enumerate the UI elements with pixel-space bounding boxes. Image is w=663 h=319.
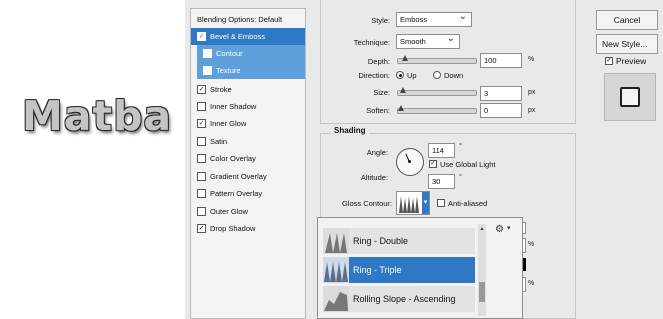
direction-down-label: Down xyxy=(444,71,464,80)
direction-down-radio[interactable] xyxy=(433,71,441,79)
angle-label: Angle: xyxy=(366,148,388,157)
checkbox-icon[interactable] xyxy=(197,136,206,146)
anti-aliased-label: Anti-aliased xyxy=(448,199,488,208)
soften-unit: px xyxy=(528,107,536,114)
style-preview-thumbnail xyxy=(604,73,656,121)
style-item-color-overlay[interactable]: Color Overlay xyxy=(191,150,305,167)
contour-rolling-slope-icon xyxy=(323,286,349,312)
checkbox-icon[interactable] xyxy=(197,171,206,181)
use-global-light-checkbox[interactable]: ✓ xyxy=(429,160,437,168)
style-item-stroke[interactable]: ✓ Stroke xyxy=(191,81,305,98)
dropdown-arrow-icon[interactable]: ▾ xyxy=(422,192,429,214)
contour-ring-triple-icon xyxy=(323,257,349,283)
gloss-contour-label: Gloss Contour: xyxy=(341,199,392,208)
slider-thumb[interactable] xyxy=(398,105,404,111)
gloss-contour-picker[interactable]: ▾ xyxy=(396,191,430,215)
altitude-input[interactable]: 30 xyxy=(428,174,455,189)
size-unit: px xyxy=(528,89,536,96)
slider-thumb[interactable] xyxy=(400,87,406,93)
checkbox-icon[interactable] xyxy=(203,48,212,58)
contour-picker-popup: Ring - Double Ring - Triple Rolling Slop… xyxy=(317,217,523,319)
highlight-opacity-unit: % xyxy=(528,241,535,248)
style-item-satin[interactable]: Satin xyxy=(191,133,305,150)
angle-dial[interactable] xyxy=(396,148,424,176)
altitude-unit: ° xyxy=(459,174,462,181)
slider-thumb[interactable] xyxy=(402,55,408,61)
preview-label: Preview xyxy=(616,56,647,66)
direction-up-label: Up xyxy=(407,71,417,80)
checkbox-icon[interactable]: ✓ xyxy=(197,31,206,41)
preview-swatch-icon xyxy=(620,87,640,107)
style-item-bevel-emboss[interactable]: ✓ Bevel & Emboss xyxy=(191,28,305,45)
altitude-label: Altitude: xyxy=(360,173,388,182)
depth-label: Depth: xyxy=(367,57,390,66)
document-canvas: Matba xyxy=(0,0,185,319)
style-item-inner-shadow[interactable]: Inner Shadow xyxy=(191,98,305,115)
soften-input[interactable]: 0 xyxy=(480,103,522,118)
depth-unit: % xyxy=(528,56,535,63)
style-item-pattern-overlay[interactable]: Pattern Overlay xyxy=(191,185,305,202)
shadow-opacity-unit: % xyxy=(528,280,535,287)
style-item-texture[interactable]: Texture xyxy=(197,62,305,79)
gear-icon[interactable]: ⚙ xyxy=(495,224,504,235)
size-input[interactable]: 3 xyxy=(480,86,522,101)
checkbox-icon[interactable] xyxy=(197,101,206,111)
menu-arrow-icon[interactable]: ▾ xyxy=(507,224,511,232)
checkbox-icon[interactable]: ✓ xyxy=(197,118,206,128)
depth-slider[interactable] xyxy=(397,55,477,64)
shading-title: Shading xyxy=(331,126,369,135)
checkbox-icon[interactable] xyxy=(197,188,206,198)
angle-unit: ° xyxy=(459,143,462,150)
checkbox-icon[interactable] xyxy=(203,65,212,75)
angle-input[interactable]: 114 xyxy=(428,143,455,158)
style-dropdown[interactable]: Emboss xyxy=(396,10,472,27)
checkbox-icon[interactable]: ✓ xyxy=(197,84,206,94)
style-item-gradient-overlay[interactable]: Gradient Overlay xyxy=(191,168,305,185)
checkbox-icon[interactable] xyxy=(197,206,206,216)
style-item-drop-shadow[interactable]: ✓ Drop Shadow xyxy=(191,220,305,237)
anti-aliased-checkbox[interactable] xyxy=(437,199,445,207)
contour-thumbnail-icon xyxy=(398,192,422,214)
style-label: Style: xyxy=(371,16,390,25)
angle-dial-needle xyxy=(405,153,410,163)
soften-label: Soften: xyxy=(366,106,390,115)
style-item-outer-glow[interactable]: Outer Glow xyxy=(191,203,305,220)
soften-slider[interactable] xyxy=(397,105,477,114)
style-item-contour[interactable]: Contour xyxy=(197,45,305,62)
logo-text: Matba xyxy=(22,92,173,140)
direction-up-radio[interactable] xyxy=(396,71,404,79)
styles-list: Blending Options: Default ✓ Bevel & Embos… xyxy=(190,8,306,319)
new-style-button[interactable]: New Style... xyxy=(596,34,658,54)
use-global-light-label: Use Global Light xyxy=(440,160,496,169)
preview-checkbox[interactable]: ✓ xyxy=(605,57,613,65)
blending-options-item[interactable]: Blending Options: Default xyxy=(191,11,305,28)
size-slider[interactable] xyxy=(397,87,477,96)
size-label: Size: xyxy=(373,88,390,97)
direction-label: Direction: xyxy=(358,71,390,80)
technique-label: Technique: xyxy=(353,38,390,47)
popup-scrollbar[interactable]: ▴ xyxy=(478,224,486,316)
style-item-inner-glow[interactable]: ✓ Inner Glow xyxy=(191,115,305,132)
checkbox-icon[interactable] xyxy=(197,153,206,163)
scrollbar-thumb[interactable] xyxy=(479,282,485,302)
checkbox-icon[interactable]: ✓ xyxy=(197,223,206,233)
depth-input[interactable]: 100 xyxy=(480,53,522,68)
contour-item-rolling-slope-ascending[interactable]: Rolling Slope - Ascending xyxy=(323,286,475,312)
scroll-up-arrow-icon[interactable]: ▴ xyxy=(479,226,485,232)
technique-dropdown[interactable]: Smooth xyxy=(396,32,460,49)
cancel-button[interactable]: Cancel xyxy=(596,10,658,30)
contour-ring-double-icon xyxy=(323,228,349,254)
contour-item-ring-triple[interactable]: Ring - Triple xyxy=(323,257,475,283)
contour-item-ring-double[interactable]: Ring - Double xyxy=(323,228,475,254)
